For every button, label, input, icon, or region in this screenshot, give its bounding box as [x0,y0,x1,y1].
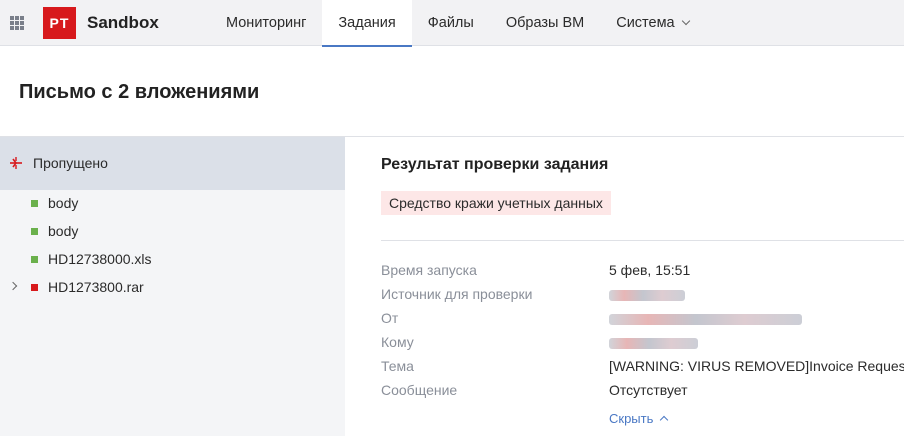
tree-item-label: HD12738000.xls [48,251,152,267]
nav-monitoring[interactable]: Мониторинг [210,0,322,46]
start-time-value: 5 фев, 15:51 [609,262,691,278]
tree-item-xls[interactable]: HD12738000.xls [0,249,345,271]
chevron-down-icon [681,16,690,26]
hide-link-label: Скрыть [609,411,654,426]
status-threat-icon [31,284,38,291]
page-title: Письмо с 2 вложениями [19,81,260,103]
from-label: От [381,310,399,326]
tree-item-label: body [48,195,79,211]
tree-item-body-1[interactable]: body [0,193,345,215]
hide-details-link[interactable]: Скрыть [609,411,669,426]
subject-label: Тема [381,358,414,374]
start-time-label: Время запуска [381,262,477,278]
pt-logo[interactable]: PT [43,7,76,39]
threat-badge: Средство кражи учетных данных [381,191,611,215]
subject-value: [WARNING: VIRUS REMOVED]Invoice Request [609,358,904,374]
status-ok-icon [31,228,38,235]
message-value: Отсутствует [609,382,688,398]
nav-system[interactable]: Система [600,0,704,46]
nav-system-label: Система [616,15,675,31]
chevron-right-icon[interactable] [8,281,18,291]
nav-tasks[interactable]: Задания [322,0,412,47]
result-divider [381,240,904,241]
nav-files[interactable]: Файлы [412,0,490,46]
tree-root-skipped[interactable]: Пропущено [0,137,345,190]
top-navigation-bar: PT Sandbox Мониторинг Задания Файлы Обра… [0,0,904,47]
brand-name[interactable]: Sandbox [87,13,159,33]
source-value-redacted [609,290,685,301]
tree-item-label: body [48,223,79,239]
to-label: Кому [381,334,414,350]
apps-grid-icon[interactable] [10,16,24,30]
from-value-redacted [609,314,802,325]
chevron-up-icon [660,415,669,425]
nav-vm-images[interactable]: Образы ВМ [490,0,600,46]
source-label: Источник для проверки [381,286,533,302]
message-label: Сообщение [381,382,458,398]
tree-item-label: HD1273800.rar [48,279,144,295]
to-value-redacted [609,338,698,349]
tree-item-body-2[interactable]: body [0,221,345,243]
result-title: Результат проверки задания [381,156,609,173]
tree-root-label: Пропущено [33,155,108,171]
attachments-tree-panel: Пропущено body body HD12738000.xls HD127… [0,137,345,436]
skipped-icon [10,157,22,169]
main-nav: Мониторинг Задания Файлы Образы ВМ Систе… [210,0,705,47]
status-ok-icon [31,200,38,207]
status-ok-icon [31,256,38,263]
tree-item-rar[interactable]: HD1273800.rar [0,277,345,299]
